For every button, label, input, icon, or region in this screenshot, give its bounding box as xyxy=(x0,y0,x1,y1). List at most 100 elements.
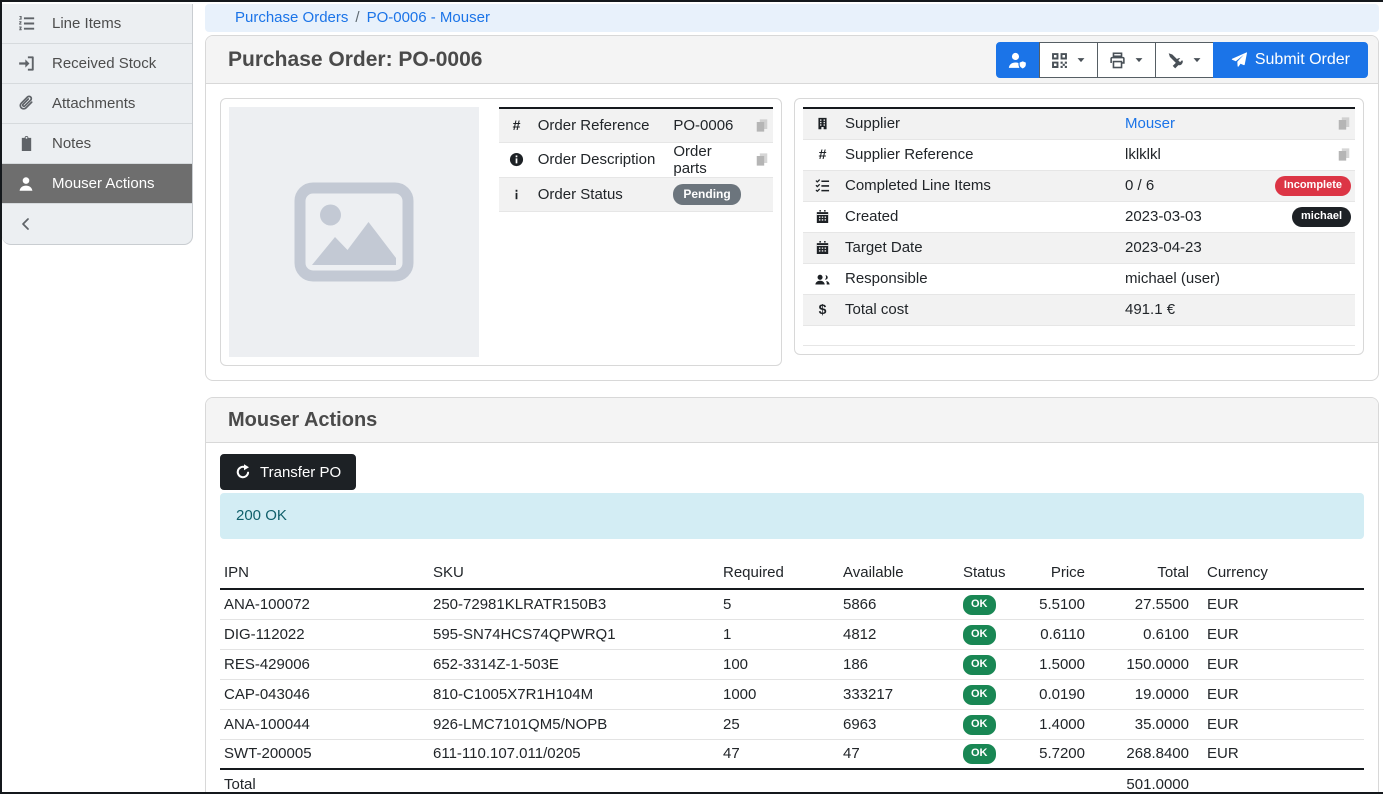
checklist-icon xyxy=(803,170,841,201)
detail-row-completed-line-items: Completed Line Items 0 / 6 Incomplete xyxy=(803,170,1355,201)
created-by-badge: michael xyxy=(1292,207,1351,227)
cell-currency: EUR xyxy=(1193,649,1364,679)
breadcrumb-separator: / xyxy=(355,9,359,26)
purchase-order-panel: Purchase Order: PO-0006 xyxy=(205,35,1379,381)
svg-text:#: # xyxy=(512,118,520,133)
cell-available: 6963 xyxy=(839,709,959,739)
calendar-icon xyxy=(803,201,841,232)
detail-value: lklklkl xyxy=(1121,139,1271,170)
column-header-sku: SKU xyxy=(429,560,719,589)
cell-currency: EUR xyxy=(1193,709,1364,739)
cell-status: OK xyxy=(959,709,1029,739)
cell-price: 5.7200 xyxy=(1029,739,1089,769)
detail-label: Supplier xyxy=(841,108,1121,139)
cell-available: 47 xyxy=(839,739,959,769)
cell-ipn: ANA-100044 xyxy=(220,709,429,739)
app-window: Line Items Received Stock Attachments No… xyxy=(0,0,1383,794)
table-total-row: Total 501.0000 xyxy=(220,769,1364,794)
mouser-actions-panel-header: Mouser Actions xyxy=(206,398,1378,443)
detail-label: Order Description xyxy=(534,142,670,177)
order-options-button[interactable] xyxy=(1155,42,1214,78)
sidebar-item-received-stock[interactable]: Received Stock xyxy=(2,44,192,84)
copy-icon[interactable] xyxy=(1271,139,1355,170)
incomplete-badge: Incomplete xyxy=(1275,176,1351,196)
sidebar-item-mouser-actions[interactable]: Mouser Actions xyxy=(2,164,192,204)
cell-required: 100 xyxy=(719,649,839,679)
cell-available: 186 xyxy=(839,649,959,679)
hashtag-icon: # xyxy=(499,108,534,142)
copy-icon[interactable] xyxy=(745,142,773,177)
dollar-icon: $ xyxy=(803,294,841,325)
submit-order-label: Submit Order xyxy=(1255,51,1350,69)
copy-icon[interactable] xyxy=(745,108,773,142)
cell-price: 0.6110 xyxy=(1029,619,1089,649)
cell-status: OK xyxy=(959,679,1029,709)
breadcrumb-link-purchase-orders[interactable]: Purchase Orders xyxy=(235,9,348,26)
svg-text:#: # xyxy=(818,147,826,162)
detail-row-empty xyxy=(803,325,1355,345)
sign-in-icon xyxy=(15,55,37,72)
purchase-order-panel-body: # Order Reference PO-0006 xyxy=(206,84,1378,380)
detail-value: 491.1 € xyxy=(1121,294,1271,325)
order-toolbar: Submit Order xyxy=(996,42,1368,78)
detail-value: PO-0006 xyxy=(669,108,744,142)
detail-row-total-cost: $ Total cost 491.1 € xyxy=(803,294,1355,325)
column-header-required: Required xyxy=(719,560,839,589)
submit-order-button[interactable]: Submit Order xyxy=(1213,42,1368,78)
detail-row-created: Created 2023-03-03 michael xyxy=(803,201,1355,232)
cell-available: 333217 xyxy=(839,679,959,709)
barcode-actions-button[interactable] xyxy=(1039,42,1098,78)
printer-icon xyxy=(1109,52,1126,69)
table-row: SWT-200005 611-110.107.011/0205 47 47 OK… xyxy=(220,739,1364,769)
detail-row-supplier: Supplier Mouser xyxy=(803,108,1355,139)
sidebar-item-attachments[interactable]: Attachments xyxy=(2,84,192,124)
sidebar-item-notes[interactable]: Notes xyxy=(2,124,192,164)
sidebar-item-label: Attachments xyxy=(52,95,135,112)
cell-price: 5.5100 xyxy=(1029,589,1089,619)
cell-required: 25 xyxy=(719,709,839,739)
users-icon xyxy=(803,263,841,294)
sidebar-item-label: Notes xyxy=(52,135,91,152)
cell-ipn: RES-429006 xyxy=(220,649,429,679)
sidebar-item-label: Line Items xyxy=(52,15,121,32)
cell-required: 5 xyxy=(719,589,839,619)
cell-total: 0.6100 xyxy=(1089,619,1193,649)
transfer-po-button[interactable]: Transfer PO xyxy=(220,454,356,490)
sidebar-item-label: Received Stock xyxy=(52,55,156,72)
qrcode-icon xyxy=(1051,52,1068,69)
order-image-placeholder xyxy=(229,107,479,357)
admin-view-button[interactable] xyxy=(996,42,1040,78)
sidebar: Line Items Received Stock Attachments No… xyxy=(2,4,193,245)
calendar-icon xyxy=(803,232,841,263)
detail-label: Target Date xyxy=(841,232,1121,263)
status-badge: Pending xyxy=(673,184,740,205)
table-row: ANA-100072 250-72981KLRATR150B3 5 5866 O… xyxy=(220,589,1364,619)
supplier-details-table: Supplier Mouser # Supplier Refere xyxy=(803,107,1355,346)
main-content: Purchase Orders / PO-0006 - Mouser Purchas… xyxy=(205,2,1383,794)
info-circle-icon xyxy=(499,142,534,177)
sidebar-item-line-items[interactable]: Line Items xyxy=(2,4,192,44)
detail-label: Order Status xyxy=(534,177,670,211)
column-header-available: Available xyxy=(839,560,959,589)
detail-row-order-reference: # Order Reference PO-0006 xyxy=(499,108,773,142)
cell-required: 1 xyxy=(719,619,839,649)
transfer-po-label: Transfer PO xyxy=(260,464,341,481)
table-row: DIG-112022 595-SN74HCS74QPWRQ1 1 4812 OK… xyxy=(220,619,1364,649)
user-shield-icon xyxy=(1008,51,1027,70)
cell-sku: 250-72981KLRATR150B3 xyxy=(429,589,719,619)
detail-row-supplier-reference: # Supplier Reference lklklkl xyxy=(803,139,1355,170)
breadcrumb-link-current-order[interactable]: PO-0006 - Mouser xyxy=(367,9,490,26)
cell-sku: 595-SN74HCS74QPWRQ1 xyxy=(429,619,719,649)
detail-row-order-status: Order Status Pending xyxy=(499,177,773,211)
detail-label: Created xyxy=(841,201,1121,232)
copy-icon[interactable] xyxy=(1271,108,1355,139)
column-header-currency: Currency xyxy=(1193,560,1364,589)
detail-value: Order parts xyxy=(669,142,744,177)
clipboard-icon xyxy=(15,135,37,152)
cell-ipn: ANA-100072 xyxy=(220,589,429,619)
page-title: Purchase Order: PO-0006 xyxy=(228,48,482,72)
detail-row-order-description: Order Description Order parts xyxy=(499,142,773,177)
print-actions-button[interactable] xyxy=(1097,42,1156,78)
sidebar-collapse-button[interactable] xyxy=(2,204,192,244)
supplier-link[interactable]: Mouser xyxy=(1125,115,1175,132)
